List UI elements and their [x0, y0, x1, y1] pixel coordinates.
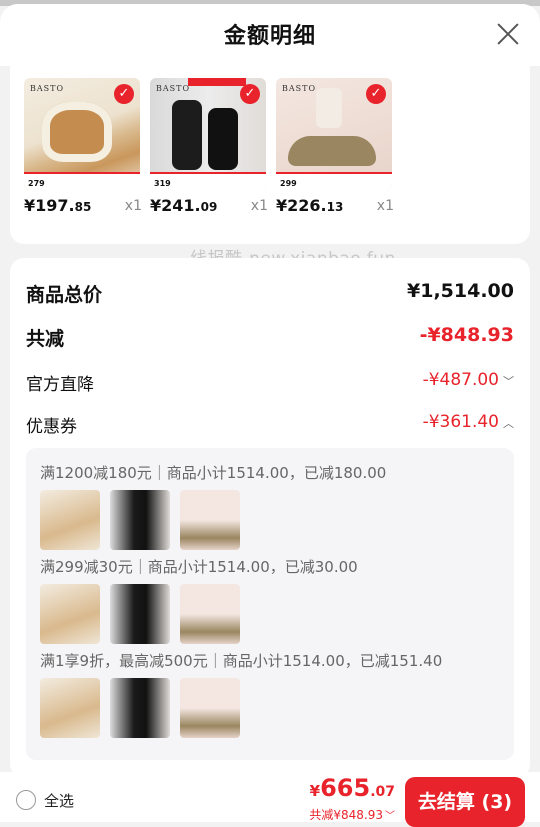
- discount-value: -¥848.93: [419, 324, 514, 346]
- check-icon: ✓: [366, 84, 386, 104]
- product-thumb: [40, 490, 100, 550]
- price-tag: 279: [28, 179, 45, 188]
- product-image: BASTO ✓ 279: [24, 78, 140, 190]
- coupon-row[interactable]: 优惠券 -¥361.40 ︿: [26, 412, 514, 442]
- select-all-label[interactable]: 全选: [44, 790, 74, 811]
- price-summary: 商品总价 ¥1,514.00 共减 -¥848.93 官方直降 -¥487.00…: [10, 258, 530, 778]
- coupon-label: 优惠券: [26, 417, 77, 437]
- total-label: 商品总价: [26, 284, 103, 306]
- total-saved[interactable]: 共减¥848.93 ﹀: [309, 806, 395, 823]
- product-thumb: [40, 678, 100, 738]
- total-row: 商品总价 ¥1,514.00: [26, 280, 514, 310]
- product-thumb: [180, 678, 240, 738]
- sheet-header: 金额明细: [0, 4, 540, 66]
- product-qty: x1: [376, 198, 394, 214]
- official-discount-row[interactable]: 官方直降 -¥487.00 ﹀: [26, 370, 514, 400]
- product-list: BASTO ✓ 279 ¥197.85 x1 BASTO ✓ 319 ¥241.…: [10, 66, 530, 269]
- discount-label: 共减: [26, 328, 65, 350]
- checkout-bar: 全选 ¥665.07 共减¥848.93 ﹀ 去结算 (3): [0, 772, 540, 827]
- coupon-rule: 满1200减180元｜商品小计1514.00，已减180.00: [40, 464, 387, 482]
- price-tag: 319: [154, 179, 171, 188]
- product-thumb: [180, 584, 240, 644]
- chevron-down-icon: ﹀: [385, 811, 395, 822]
- page-title: 金额明细: [223, 24, 316, 49]
- product-price: ¥241.09 x1: [150, 196, 268, 215]
- check-icon: ✓: [114, 84, 134, 104]
- brand-logo: BASTO: [282, 84, 317, 93]
- amount-detail-sheet: 金额明细 BASTO ✓ 279 ¥197.85 x1 BASTO ✓ 319 …: [0, 4, 540, 822]
- product-image: BASTO ✓ 319: [150, 78, 266, 190]
- product-price: ¥197.85 x1: [24, 196, 142, 215]
- product-thumb: [110, 678, 170, 738]
- coupon-details: 满1200减180元｜商品小计1514.00，已减180.00 满299减30元…: [26, 448, 514, 760]
- official-label: 官方直降: [26, 375, 94, 395]
- chevron-up-icon: ︿: [503, 417, 514, 430]
- close-icon[interactable]: [496, 22, 520, 46]
- product-thumb: [110, 490, 170, 550]
- coupon-rule: 满299减30元｜商品小计1514.00，已减30.00: [40, 558, 358, 576]
- product-thumb: [180, 490, 240, 550]
- product-item[interactable]: BASTO ✓ 319 ¥241.09 x1: [150, 78, 268, 215]
- brand-logo: BASTO: [30, 84, 65, 93]
- promo-badge: [188, 78, 246, 86]
- checkout-button[interactable]: 去结算 (3): [405, 777, 525, 827]
- product-price: ¥226.13 x1: [276, 196, 394, 215]
- product-qty: x1: [250, 198, 268, 214]
- coupon-rule: 满1享9折，最高减500元｜商品小计1514.00，已减151.40: [40, 652, 443, 670]
- total-value: ¥1,514.00: [407, 280, 514, 302]
- official-value: -¥487.00 ﹀: [422, 370, 514, 390]
- product-qty: x1: [124, 198, 142, 214]
- total-payable: ¥665.07: [309, 774, 395, 802]
- chevron-down-icon: ﹀: [503, 375, 514, 388]
- product-thumb: [110, 584, 170, 644]
- product-item[interactable]: BASTO ✓ 299 ¥226.13 x1: [276, 78, 394, 215]
- product-thumb: [40, 584, 100, 644]
- discount-row: 共减 -¥848.93: [26, 324, 514, 354]
- price-tag: 299: [280, 179, 297, 188]
- brand-logo: BASTO: [156, 84, 191, 93]
- coupon-value: -¥361.40 ︿: [422, 412, 514, 432]
- check-icon: ✓: [240, 84, 260, 104]
- select-all-radio[interactable]: [16, 790, 36, 810]
- product-image: BASTO ✓ 299: [276, 78, 392, 190]
- product-item[interactable]: BASTO ✓ 279 ¥197.85 x1: [24, 78, 142, 215]
